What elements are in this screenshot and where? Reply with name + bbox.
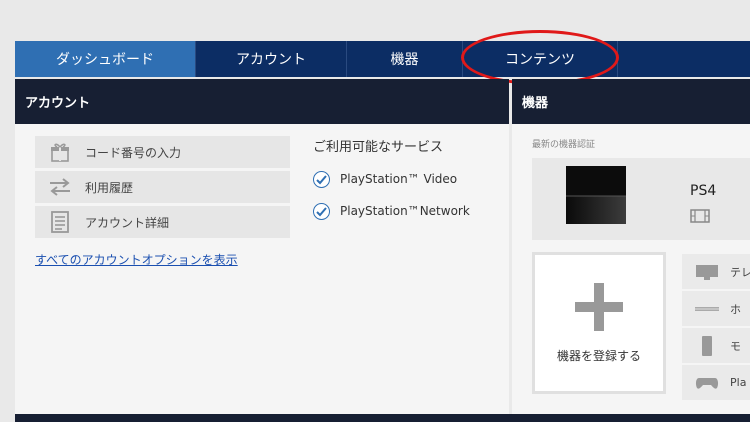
devices-panel: 最新の機器認証 PS4 機器を登録する テレ ホ モ Pla: [512, 124, 750, 414]
tab-devices[interactable]: 機器: [347, 41, 463, 77]
all-account-options-link[interactable]: すべてのアカウントオプションを表示: [35, 251, 238, 268]
device-type-home-theater[interactable]: ホ: [682, 291, 750, 328]
register-device-label: 機器を登録する: [556, 349, 641, 363]
bottom-panel-header: [15, 414, 750, 422]
top-navigation: ダッシュボード アカウント 機器 コンテンツ: [15, 41, 750, 77]
menu-item-label: アカウント詳細: [85, 215, 170, 230]
home-theater-icon: [694, 305, 720, 313]
register-device-button[interactable]: 機器を登録する: [532, 252, 666, 394]
check-icon: [313, 202, 330, 220]
services-title: ご利用可能なサービス: [313, 140, 444, 155]
tab-account[interactable]: アカウント: [196, 41, 347, 77]
tab-content[interactable]: コンテンツ: [463, 41, 618, 77]
device-type-label: Pla: [730, 376, 747, 389]
service-item: PlayStation™Network: [313, 195, 470, 227]
redeem-code-item[interactable]: コード番号の入力: [35, 136, 290, 168]
recent-device-label: 最新の機器認証: [532, 140, 596, 150]
document-list-icon: [47, 211, 73, 233]
recent-device-card[interactable]: PS4: [532, 158, 750, 240]
device-type-label: モ: [730, 339, 741, 353]
service-item: PlayStation™ Video: [313, 163, 470, 195]
account-panel: コード番号の入力 利用履歴 アカウント詳細 すべてのアカウントオプションを表示 …: [15, 124, 509, 414]
service-label: PlayStation™Network: [340, 204, 470, 218]
service-label: PlayStation™ Video: [340, 172, 458, 186]
transfer-arrows-icon: [47, 176, 73, 198]
device-type-mobile[interactable]: モ: [682, 328, 750, 365]
account-details-item[interactable]: アカウント詳細: [35, 206, 290, 238]
device-type-label: テレ: [730, 265, 750, 279]
device-type-label: ホ: [730, 302, 741, 316]
device-type-list: テレ ホ モ Pla: [682, 254, 750, 402]
device-type-tv[interactable]: テレ: [682, 254, 750, 291]
device-name: PS4: [690, 183, 717, 199]
account-menu: コード番号の入力 利用履歴 アカウント詳細: [35, 136, 290, 241]
film-icon: [690, 208, 710, 227]
available-services: ご利用可能なサービス PlayStation™ Video PlayStatio…: [313, 136, 470, 227]
account-panel-header: アカウント: [15, 79, 509, 124]
gift-icon: [47, 141, 73, 163]
mobile-icon: [694, 335, 720, 356]
check-icon: [313, 170, 330, 188]
gamepad-icon: [694, 376, 720, 390]
ps4-console-image: [566, 166, 626, 224]
plus-icon: [575, 283, 623, 335]
menu-item-label: コード番号の入力: [85, 145, 182, 160]
menu-item-label: 利用履歴: [85, 180, 134, 195]
usage-history-item[interactable]: 利用履歴: [35, 171, 290, 203]
tv-icon: [694, 264, 720, 280]
tab-dashboard[interactable]: ダッシュボード: [15, 41, 196, 77]
devices-panel-header: 機器: [512, 79, 750, 124]
device-type-playstation[interactable]: Pla: [682, 365, 750, 402]
